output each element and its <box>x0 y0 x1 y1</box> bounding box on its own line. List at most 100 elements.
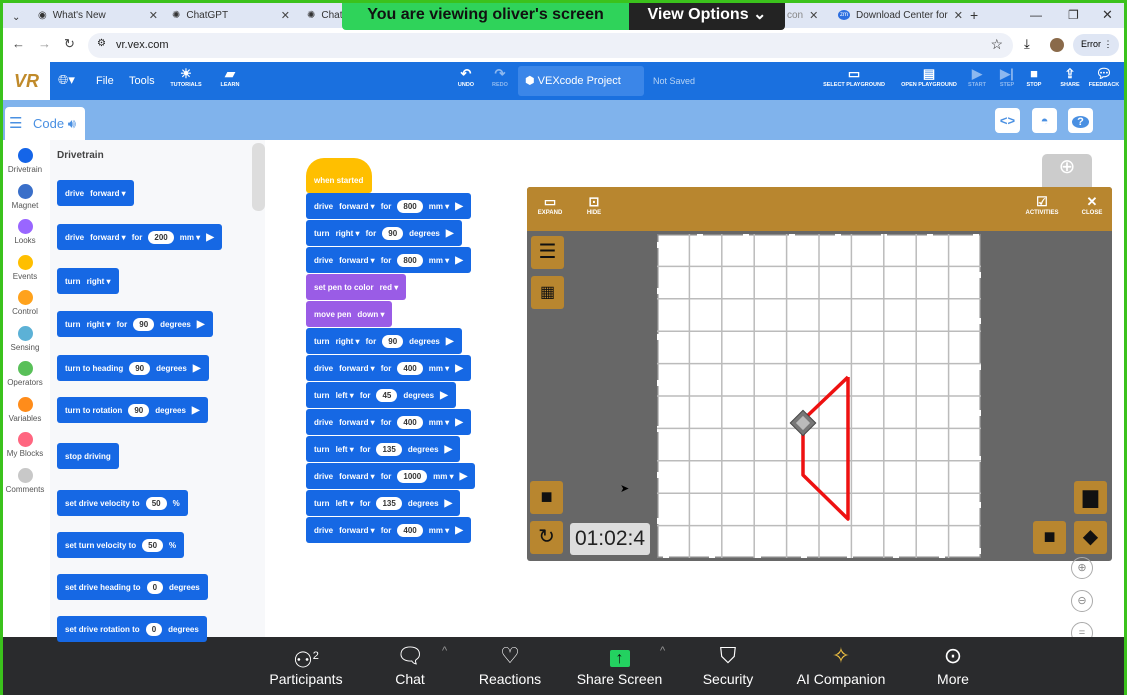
dashboard-button[interactable]: ◓ <box>1032 108 1057 133</box>
code-block[interactable]: set drive velocity to 50% <box>57 490 188 516</box>
hide-button[interactable]: ⊡ HIDE <box>580 194 608 216</box>
pen-toggle-button[interactable]: ■ <box>530 481 563 514</box>
profile-error-button[interactable]: Error ⋮ <box>1073 34 1119 56</box>
code-block[interactable]: drive forward ▾ <box>57 180 134 206</box>
top-camera-button[interactable]: ▆ <box>1074 481 1107 514</box>
feedback-button[interactable]: 💬︎ FEEDBACK <box>1087 66 1121 88</box>
redo-button[interactable]: ↷ REDO <box>486 66 514 88</box>
dropdown[interactable]: down ▾ <box>357 310 384 319</box>
browser-tab[interactable]: con ✕ <box>787 4 827 26</box>
dropdown[interactable]: forward ▾ <box>339 202 375 211</box>
file-menu[interactable]: File <box>96 75 114 87</box>
open-playground-button[interactable]: ▤ OPEN PLAYGROUND <box>896 66 962 88</box>
code-block[interactable]: set pen to color red ▾ <box>306 274 407 300</box>
add-extension-button[interactable]: ⊕ <box>1042 154 1092 188</box>
side-camera-button[interactable]: ■ <box>1033 521 1066 554</box>
speaker-icon[interactable]: 🔊︎ <box>68 116 76 131</box>
close-window-button[interactable]: ✕ <box>1102 4 1113 26</box>
url-input[interactable]: ⚙ vr.vex.com ☆ <box>88 33 1013 58</box>
select-playground-button[interactable]: ▭ SELECT PLAYGROUND <box>818 66 890 88</box>
number-input[interactable]: 45 <box>376 388 398 402</box>
code-block[interactable]: drive forward ▾ for 800 mm ▾ ▶ <box>306 247 471 273</box>
minimize-button[interactable]: — <box>1030 4 1042 26</box>
dropdown[interactable]: forward ▾ <box>339 526 375 535</box>
dropdown[interactable]: forward ▾ <box>339 418 375 427</box>
code-block[interactable]: turn right ▾ for 90 degrees ▶ <box>306 220 462 246</box>
number-input[interactable]: 50 <box>145 496 167 510</box>
code-block[interactable]: drive forward ▾ for 200 mm ▾ ▶ <box>57 224 222 250</box>
tab-search-button[interactable]: ⌄ <box>12 6 20 28</box>
start-button[interactable]: ▶ START <box>965 66 989 88</box>
close-playground-button[interactable]: ✕ CLOSE <box>1078 194 1106 216</box>
code-block[interactable]: set drive heading to 0 degrees <box>57 574 208 600</box>
dropdown[interactable]: forward ▾ <box>339 472 375 481</box>
avatar[interactable] <box>1050 38 1064 52</box>
dropdown[interactable]: forward ▾ <box>90 233 126 242</box>
dropdown[interactable]: mm ▾ <box>429 526 449 535</box>
dropdown[interactable]: right ▾ <box>336 337 360 346</box>
number-input[interactable]: 400 <box>397 361 423 375</box>
dropdown[interactable]: mm ▾ <box>429 256 449 265</box>
number-input[interactable]: 400 <box>397 523 423 537</box>
category-control[interactable]: Control <box>0 290 50 316</box>
palette-scrollbar[interactable] <box>252 143 265 211</box>
dropdown[interactable]: red ▾ <box>380 283 399 292</box>
category-my-blocks[interactable]: My Blocks <box>0 432 50 458</box>
number-input[interactable]: 135 <box>376 496 402 510</box>
chat-button[interactable]: 🗨︎ Chat <box>385 637 435 687</box>
category-looks[interactable]: Looks <box>0 219 50 245</box>
ai-companion-button[interactable]: ✧ AI Companion <box>790 637 892 687</box>
number-input[interactable]: 90 <box>133 317 155 331</box>
number-input[interactable]: 0 <box>145 622 163 636</box>
participants-button[interactable]: ⚇2 Participants <box>262 637 350 687</box>
code-block[interactable]: drive forward ▾ for 400 mm ▾ ▶ <box>306 517 471 543</box>
code-block[interactable]: turn to rotation 90 degrees ▶ <box>57 397 208 423</box>
number-input[interactable]: 200 <box>148 230 174 244</box>
tutorials-button[interactable]: ☀ TUTORIALS <box>168 66 204 88</box>
zoom-out-button[interactable]: ⊖ <box>1071 590 1093 612</box>
reactions-button[interactable]: ♡ Reactions <box>475 637 545 687</box>
number-input[interactable]: 0 <box>146 580 164 594</box>
number-input[interactable]: 90 <box>129 361 151 375</box>
code-block[interactable]: drive forward ▾ for 800 mm ▾ ▶ <box>306 193 471 219</box>
reset-button[interactable]: ↻ <box>530 521 563 554</box>
code-block[interactable]: turn right ▾ <box>57 268 119 294</box>
reload-icon[interactable]: ↻ <box>64 36 75 52</box>
category-operators[interactable]: Operators <box>0 361 50 387</box>
number-input[interactable]: 400 <box>397 415 423 429</box>
code-block[interactable]: turn to heading 90 degrees ▶ <box>57 355 209 381</box>
code-block[interactable]: turn left ▾ for 45 degrees ▶ <box>306 382 456 408</box>
code-block[interactable]: turn right ▾ for 90 degrees ▶ <box>57 311 213 337</box>
back-icon[interactable]: ← <box>12 36 25 51</box>
code-tab[interactable]: ☰ Code 🔊︎ <box>5 107 85 140</box>
code-block[interactable]: drive forward ▾ for 1000 mm ▾ ▶ <box>306 463 476 489</box>
code-block[interactable]: turn left ▾ for 135 degrees ▶ <box>306 490 461 516</box>
code-block[interactable]: set turn velocity to 50% <box>57 532 185 558</box>
close-tab-icon[interactable]: ✕ <box>954 9 963 22</box>
code-block[interactable]: turn right ▾ for 90 degrees ▶ <box>306 328 462 354</box>
dropdown[interactable]: forward ▾ <box>90 189 126 198</box>
dropdown[interactable]: right ▾ <box>87 320 111 329</box>
number-input[interactable]: 90 <box>128 403 150 417</box>
category-variables[interactable]: Variables <box>0 396 50 423</box>
more-button[interactable]: ⊙ More <box>928 637 978 687</box>
number-input[interactable]: 1000 <box>397 469 428 483</box>
category-comments[interactable]: Comments <box>0 467 50 494</box>
dropdown[interactable]: left ▾ <box>336 391 354 400</box>
data-panel-button[interactable]: ▦ <box>531 276 564 309</box>
browser-tab[interactable]: ✺ Chat <box>307 4 342 26</box>
dropdown[interactable]: left ▾ <box>336 499 354 508</box>
new-tab-button[interactable]: + <box>970 4 978 26</box>
follow-camera-button[interactable]: ◆ <box>1074 521 1107 554</box>
share-button[interactable]: ⇪ SHARE <box>1057 66 1083 88</box>
help-button[interactable]: ? <box>1068 108 1093 133</box>
bookmark-star-icon[interactable]: ☆ <box>990 36 1003 53</box>
browser-tab[interactable]: ✺ ChatGPT ✕ <box>172 4 290 26</box>
project-name-field[interactable]: ⬢ VEXcode Project <box>518 66 644 96</box>
category-drivetrain[interactable]: Drivetrain <box>0 148 50 174</box>
close-tab-icon[interactable]: ✕ <box>149 9 158 22</box>
share-options-caret[interactable]: ^ <box>660 645 665 657</box>
category-events[interactable]: Events <box>0 254 50 281</box>
chat-options-caret[interactable]: ^ <box>442 645 447 657</box>
code-block[interactable]: set drive rotation to 0 degrees <box>57 616 207 642</box>
